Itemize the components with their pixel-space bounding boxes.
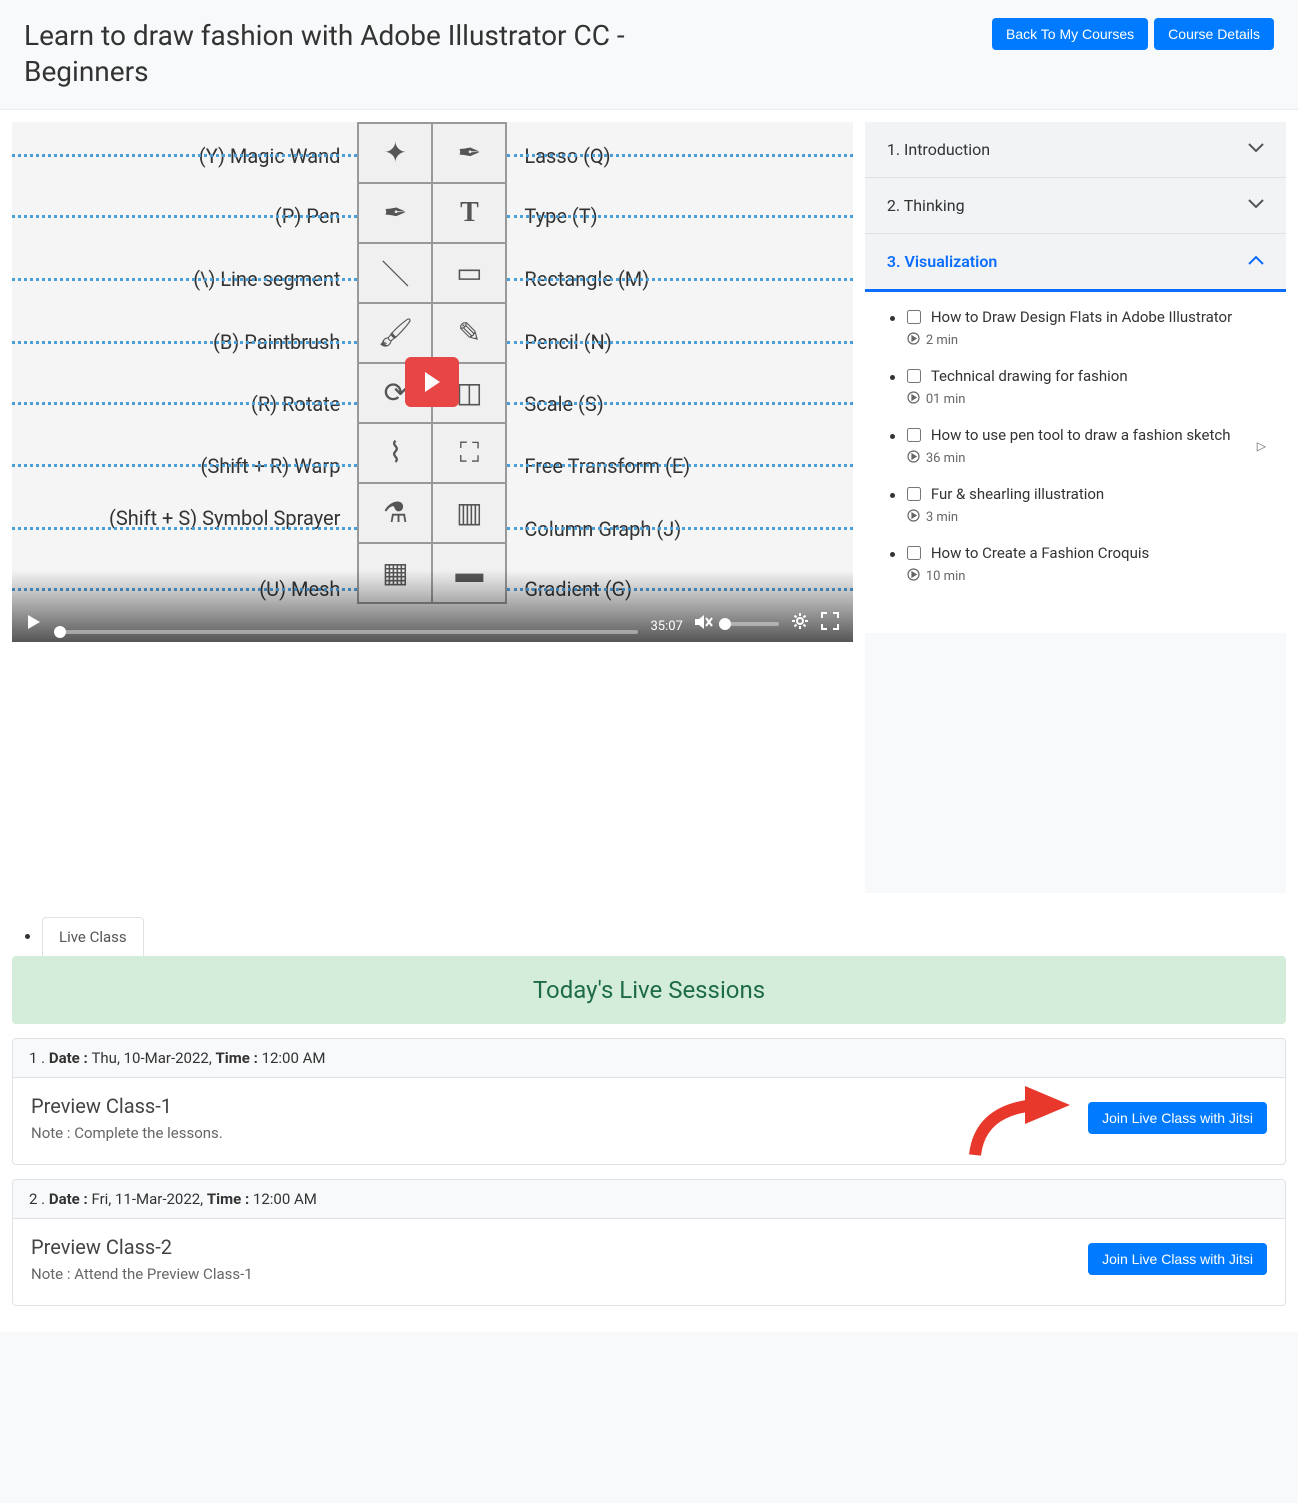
lesson-title[interactable]: How to Create a Fashion Croquis [931,544,1149,562]
header-buttons: Back To My Courses Course Details [992,18,1274,50]
lesson-checkbox[interactable] [907,369,921,383]
lesson-checkbox[interactable] [907,487,921,501]
lesson-duration: 01 min [926,392,966,407]
progress-bar[interactable] [54,630,638,634]
chevron-down-icon [1248,141,1264,157]
session-card: 2 . Date : Fri, 11-Mar-2022, Time : 12:0… [12,1179,1286,1306]
video-time: 35:07 [650,619,682,634]
play-circle-icon [907,509,920,526]
arrow-pointer-icon [965,1080,1075,1160]
session-note: Note : Attend the Preview Class-1 [31,1265,253,1283]
play-circle-icon [907,332,920,349]
lesson-item: Technical drawing for fashion 01 min [907,367,1264,408]
lesson-item: Fur & shearling illustration 3 min [907,485,1264,526]
sessions-banner: Today's Live Sessions [12,956,1286,1024]
tool-label: (Shift + S) Symbol Sprayer [109,507,340,529]
settings-gear-icon[interactable] [791,612,809,634]
lesson-title[interactable]: How to Draw Design Flats in Adobe Illust… [931,308,1232,326]
session-title: Preview Class-1 [31,1094,223,1118]
section-thinking[interactable]: 2. Thinking [865,178,1286,234]
session-header: 1 . Date : Thu, 10-Mar-2022, Time : 12:0… [13,1039,1285,1078]
lesson-title[interactable]: Technical drawing for fashion [931,367,1128,385]
lesson-list: How to Draw Design Flats in Adobe Illust… [865,292,1286,613]
course-title: Learn to draw fashion with Adobe Illustr… [24,18,674,91]
current-lesson-indicator-icon: ▷ [1257,439,1266,453]
join-live-class-button[interactable]: Join Live Class with Jitsi [1088,1102,1267,1134]
lesson-duration: 2 min [926,333,958,348]
play-icon[interactable] [26,614,42,634]
fullscreen-icon[interactable] [821,612,839,634]
play-circle-icon [907,450,920,467]
session-title: Preview Class-2 [31,1235,253,1259]
course-details-button[interactable]: Course Details [1154,18,1274,50]
volume-slider[interactable] [719,622,779,626]
lesson-checkbox[interactable] [907,428,921,442]
lesson-duration: 3 min [926,510,958,525]
lesson-duration: 10 min [926,569,966,584]
session-card: 1 . Date : Thu, 10-Mar-2022, Time : 12:0… [12,1038,1286,1165]
section-visualization[interactable]: 3. Visualization [865,234,1286,292]
session-note: Note : Complete the lessons. [31,1124,223,1142]
lesson-title[interactable]: How to use pen tool to draw a fashion sk… [931,426,1231,444]
video-player[interactable]: ✦✒ ✒T ＼▭ 🖌✎ ⟳◫ ⌇⛶ ⚗▥ ▦▬ (Y) Magic Wand (… [12,122,853,642]
lesson-duration: 36 min [926,451,966,466]
section-label: 1. Introduction [887,140,990,159]
play-circle-icon [907,568,920,585]
join-live-class-button[interactable]: Join Live Class with Jitsi [1088,1243,1267,1275]
ad-space [865,633,1286,893]
lesson-item: How to use pen tool to draw a fashion sk… [907,426,1264,467]
video-thumbnail: ✦✒ ✒T ＼▭ 🖌✎ ⟳◫ ⌇⛶ ⚗▥ ▦▬ (Y) Magic Wand (… [12,122,853,642]
section-label: 2. Thinking [887,196,965,215]
volume-muted-icon[interactable] [695,614,713,634]
lesson-checkbox[interactable] [907,546,921,560]
tab-live-class[interactable]: Live Class [42,917,144,956]
section-introduction[interactable]: 1. Introduction [865,122,1286,178]
chevron-down-icon [1248,197,1264,213]
lesson-item: How to Draw Design Flats in Adobe Illust… [907,308,1264,349]
lesson-checkbox[interactable] [907,310,921,324]
play-circle-icon [907,391,920,408]
video-controls: 35:07 [12,570,853,642]
page-header: Learn to draw fashion with Adobe Illustr… [0,0,1298,110]
back-to-courses-button[interactable]: Back To My Courses [992,18,1148,50]
session-header: 2 . Date : Fri, 11-Mar-2022, Time : 12:0… [13,1180,1285,1219]
video-center-play-button[interactable] [405,357,459,407]
lesson-item: How to Create a Fashion Croquis 10 min [907,544,1264,585]
section-label: 3. Visualization [887,252,997,271]
lesson-title[interactable]: Fur & shearling illustration [931,485,1104,503]
course-sidebar: 1. Introduction 2. Thinking 3. Visualiza… [865,122,1286,893]
chevron-up-icon [1248,253,1264,269]
